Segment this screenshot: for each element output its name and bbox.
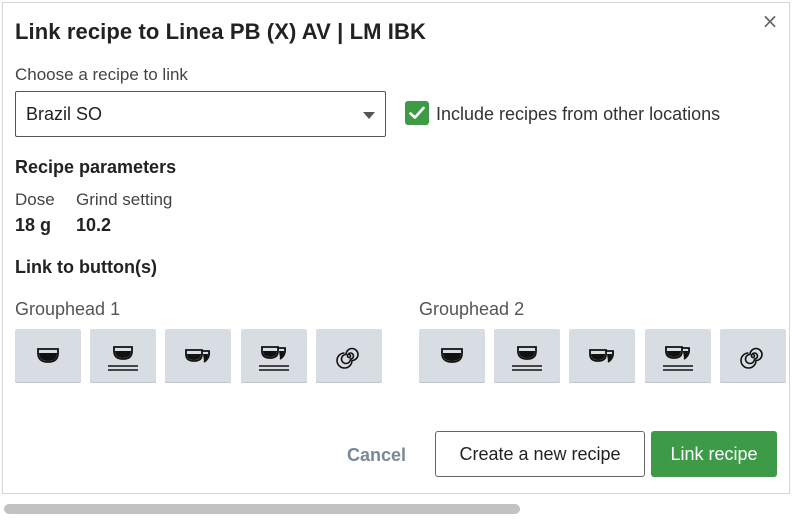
double-cup-icon [185, 349, 211, 363]
grouphead-1-label: Grouphead 1 [15, 299, 121, 319]
dialog-title: Link recipe to Linea PB (X) AV | LM IBK [15, 19, 426, 44]
grouphead-2-double-cup-button[interactable] [569, 329, 635, 383]
link-buttons-heading: Link to button(s) [15, 257, 157, 277]
checkmark-icon [409, 106, 425, 119]
grind-setting-value: 10.2 [76, 215, 112, 235]
single-cup-scale-icon [108, 346, 138, 371]
include-other-locations-checkbox[interactable] [405, 101, 429, 125]
grind-setting-label: Grind setting [76, 190, 173, 209]
cancel-button[interactable]: Cancel [347, 445, 406, 466]
grouphead-1-double-cup-button[interactable] [165, 329, 231, 383]
recipe-parameters-heading: Recipe parameters [15, 157, 177, 177]
grouphead-2-single-cup-scale-button[interactable] [494, 329, 560, 383]
recipe-select[interactable]: Brazil SO [15, 91, 386, 137]
scrollbar-thumb[interactable] [4, 504, 520, 514]
double-cup-scale-icon [259, 346, 289, 371]
include-other-locations-label[interactable]: Include recipes from other locations [436, 104, 720, 125]
create-new-recipe-button[interactable]: Create a new recipe [435, 431, 645, 477]
link-recipe-button[interactable]: Link recipe [651, 431, 777, 477]
grouphead-1-single-cup-scale-button[interactable] [90, 329, 156, 383]
grouphead-1-double-cup-scale-button[interactable] [241, 329, 307, 383]
single-cup-icon [441, 348, 463, 363]
recipe-select-label: Choose a recipe to link [15, 65, 188, 84]
grouphead-2-label: Grouphead 2 [419, 299, 525, 319]
grouphead-2-single-cup-button[interactable] [419, 329, 485, 383]
continuous-flow-icon [336, 347, 359, 369]
double-cup-scale-icon [663, 346, 693, 371]
double-cup-icon [589, 349, 615, 363]
grouphead-2-double-cup-scale-button[interactable] [645, 329, 711, 383]
continuous-flow-icon [740, 347, 763, 369]
dose-label: Dose [15, 190, 55, 209]
horizontal-scrollbar[interactable] [0, 498, 792, 520]
grouphead-2-continuous-flow-button[interactable] [720, 329, 786, 383]
link-recipe-dialog: × Link recipe to Linea PB (X) AV | LM IB… [2, 2, 790, 494]
close-icon[interactable]: × [761, 11, 779, 31]
chevron-down-icon [363, 112, 375, 119]
grouphead-1-continuous-flow-button[interactable] [316, 329, 382, 383]
grouphead-1-single-cup-button[interactable] [15, 329, 81, 383]
dose-value: 18 g [15, 215, 52, 235]
single-cup-scale-icon [512, 346, 542, 371]
recipe-select-value: Brazil SO [26, 104, 103, 124]
single-cup-icon [37, 348, 59, 363]
